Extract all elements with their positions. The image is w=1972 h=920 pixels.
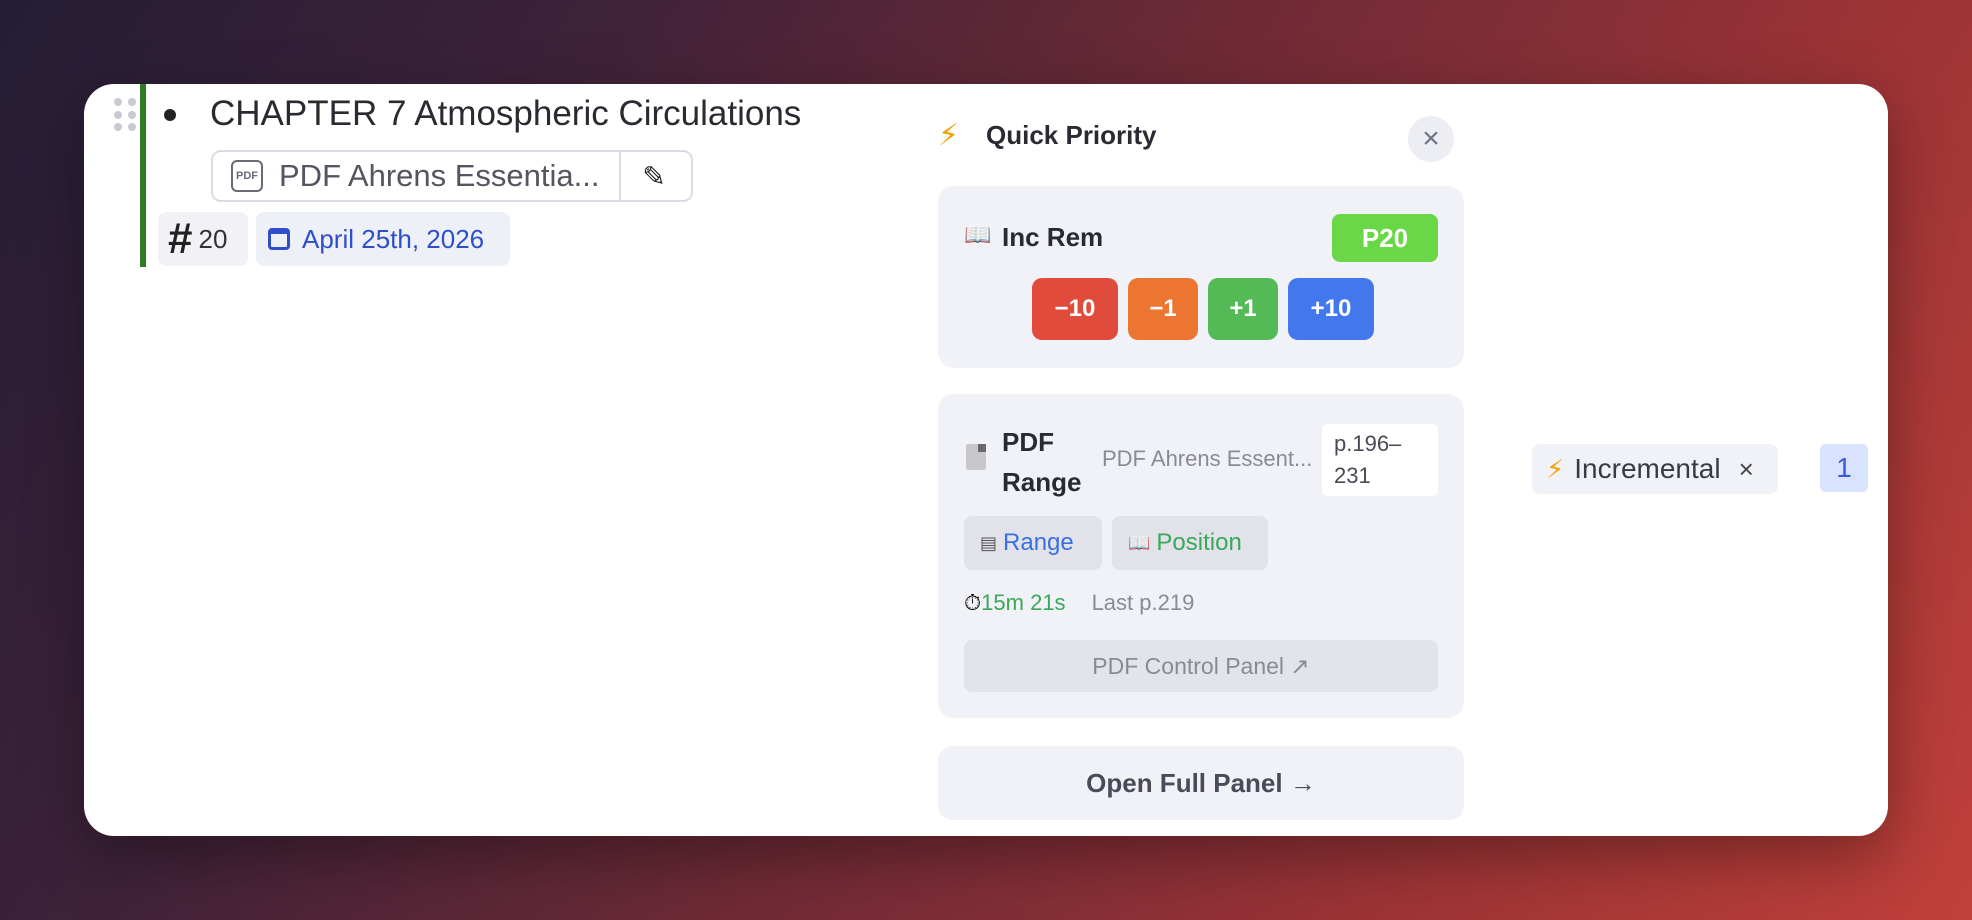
lightning-icon: ⚡ xyxy=(938,119,960,152)
tab-position-label: Position xyxy=(1156,529,1242,556)
incremental-chip[interactable]: ⚡ Incremental × xyxy=(1532,444,1778,494)
range-tabs: ▤ Range 📖 Position xyxy=(964,516,1268,570)
pdf-range-section: PDF Range PDF Ahrens Essent... p.196–231… xyxy=(938,394,1464,718)
tab-range-label: Range xyxy=(1003,529,1074,556)
bullet-icon[interactable] xyxy=(164,109,176,121)
priority-badge: P20 xyxy=(1332,214,1438,262)
close-icon: × xyxy=(1422,122,1440,155)
plus-10-button[interactable]: +10 xyxy=(1288,278,1374,340)
reading-time: 15m 21s xyxy=(981,590,1066,615)
minus-10-button[interactable]: −10 xyxy=(1032,278,1118,340)
inc-rem-label: Inc Rem xyxy=(1002,222,1104,252)
priority-adjust-row: −10 −1 +1 +10 xyxy=(1032,278,1374,340)
remove-icon[interactable]: × xyxy=(1739,454,1754,485)
stopwatch-icon: ⏱ xyxy=(964,590,982,615)
page-range-field[interactable]: p.196–231 xyxy=(1322,424,1438,496)
tab-position[interactable]: 📖 Position xyxy=(1112,516,1268,570)
date-text: April 25th, 2026 xyxy=(302,223,485,254)
pdf-range-doc-name: PDF Ahrens Essent... xyxy=(1102,446,1313,471)
book-icon: 📖 xyxy=(1128,532,1151,553)
incremental-label: Incremental xyxy=(1574,453,1721,484)
pdf-icon: PDF xyxy=(231,160,263,192)
reading-stats: ⏱ 15m 21s Last p.219 xyxy=(964,590,1194,616)
plus-1-button[interactable]: +1 xyxy=(1208,278,1278,340)
pen-icon: ✎ xyxy=(642,160,666,192)
date-chip[interactable]: April 25th, 2026 xyxy=(256,212,510,266)
priority-tag-chip[interactable]: # 20 xyxy=(158,212,248,266)
inc-rem-section: 📖 Inc Rem P20 −10 −1 +1 +10 xyxy=(938,186,1464,368)
pdf-name: PDF Ahrens Essentia... xyxy=(279,158,600,193)
pdf-range-title: PDF Range xyxy=(1002,427,1082,497)
qp-header: ⚡ Quick Priority xyxy=(938,118,1157,153)
hash-icon: # xyxy=(168,214,193,263)
count-badge[interactable]: 1 xyxy=(1820,444,1868,492)
document-icon xyxy=(966,444,986,470)
last-page: Last p.219 xyxy=(1091,590,1195,615)
tab-range[interactable]: ▤ Range xyxy=(964,516,1102,570)
calendar-icon xyxy=(268,228,290,250)
chapter-title[interactable]: CHAPTER 7 Atmospheric Circulations xyxy=(210,94,801,134)
open-full-panel-button[interactable]: Open Full Panel → xyxy=(938,746,1464,820)
edit-button[interactable]: ✎ xyxy=(621,152,687,200)
accent-bar xyxy=(140,84,146,267)
close-button[interactable]: × xyxy=(1408,116,1454,162)
minus-1-button[interactable]: −1 xyxy=(1128,278,1198,340)
drag-handle-icon[interactable] xyxy=(114,98,136,132)
qp-title: Quick Priority xyxy=(986,120,1157,150)
document-icon: ▤ xyxy=(980,532,998,553)
main-card: CHAPTER 7 Atmospheric Circulations PDF P… xyxy=(84,84,1888,836)
lightning-icon: ⚡ xyxy=(1546,453,1565,484)
priority-number: 20 xyxy=(198,223,228,254)
book-icon: 📖 xyxy=(964,222,992,247)
pdf-chip[interactable]: PDF PDF Ahrens Essentia... ✎ xyxy=(211,150,693,202)
pdf-control-panel-button[interactable]: PDF Control Panel ↗ xyxy=(964,640,1438,692)
quick-priority-panel: ⚡ Quick Priority × 📖 Inc Rem P20 −10 −1 … xyxy=(908,84,1502,836)
